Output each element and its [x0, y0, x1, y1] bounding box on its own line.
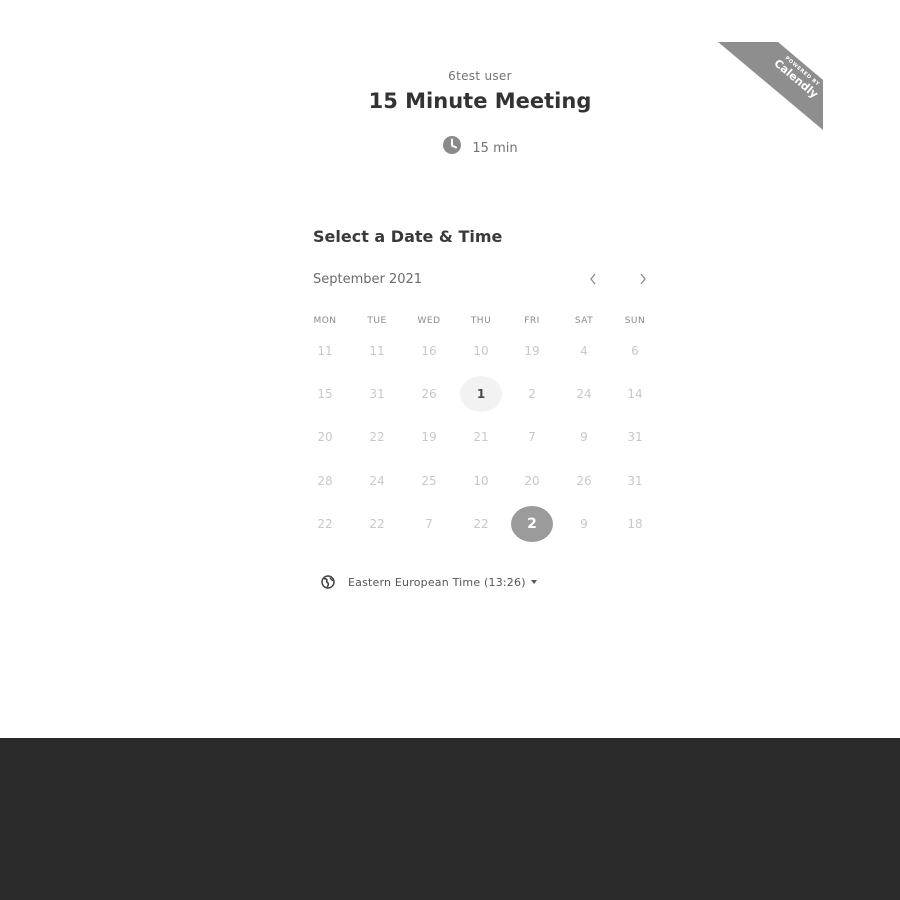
calendar-day: 22: [369, 517, 385, 531]
calendar-day: 15: [317, 387, 333, 401]
calendar-day: 24: [369, 474, 385, 488]
powered-by-ribbon[interactable]: POWERED BY Calendly: [718, 42, 823, 130]
calendar-day: 4: [580, 344, 588, 358]
calendar-day: 21: [473, 430, 489, 444]
event-owner: 6test user: [448, 69, 512, 83]
today-day: 1: [460, 376, 502, 412]
calendar-day: 6: [631, 344, 639, 358]
footer-band: [0, 738, 900, 900]
calendar-day: 22: [369, 430, 385, 444]
calendar-day: 19: [524, 344, 540, 358]
calendar-day: 18: [627, 517, 643, 531]
calendar-day: 22: [317, 517, 333, 531]
weekday-fri: FRI: [524, 316, 540, 326]
next-month-button[interactable]: [633, 272, 653, 290]
calendar-day: 2: [528, 387, 536, 401]
timezone-selector[interactable]: Eastern European Time (13:26): [321, 575, 537, 589]
calendar-day: 16: [421, 344, 437, 358]
event-duration: 15 min: [0, 135, 900, 156]
calendar-day: 24: [576, 387, 592, 401]
chevron-left-icon: [590, 273, 596, 285]
calendar-day: 20: [317, 430, 333, 444]
duration-label: 15 min: [472, 141, 518, 156]
timezone-label: Eastern European Time (13:26): [348, 575, 526, 589]
calendar-day: 28: [317, 474, 333, 488]
selected-day[interactable]: 2: [511, 506, 553, 542]
calendar-day: 26: [421, 387, 437, 401]
calendar-day: 7: [425, 517, 433, 531]
calendar-day: 31: [369, 387, 385, 401]
calendar-day: 25: [421, 474, 437, 488]
event-title: 15 Minute Meeting: [368, 89, 592, 113]
month-label: September 2021: [313, 272, 423, 287]
calendar-day: 20: [524, 474, 540, 488]
chevron-right-icon: [640, 273, 646, 285]
calendar-day: 14: [627, 387, 643, 401]
calendar-day: 19: [421, 430, 437, 444]
weekday-thu: THU: [470, 316, 492, 326]
weekday-sat: SAT: [574, 316, 594, 326]
weekday-tue: TUE: [367, 316, 387, 326]
calendar-day: 31: [627, 474, 643, 488]
caret-down-icon: [530, 580, 537, 584]
calendar-day: 11: [317, 344, 333, 358]
calendar-day: 31: [627, 430, 643, 444]
calendar-day: 10: [473, 474, 489, 488]
calendar-day: 10: [473, 344, 489, 358]
calendar-day: 11: [369, 344, 385, 358]
calendar-day: 22: [473, 517, 489, 531]
clock-icon: [443, 136, 462, 154]
weekday-wed: WED: [417, 316, 441, 326]
calendar-day: 9: [580, 517, 588, 531]
prev-month-button[interactable]: [583, 272, 603, 290]
weekday-sun: SUN: [624, 316, 646, 326]
calendar-day: 7: [528, 430, 536, 444]
calendar-day: 9: [580, 430, 588, 444]
calendar-day: 26: [576, 474, 592, 488]
section-title: Select a Date & Time: [313, 227, 503, 246]
globe-icon: [321, 575, 335, 589]
weekday-mon: MON: [313, 316, 337, 326]
